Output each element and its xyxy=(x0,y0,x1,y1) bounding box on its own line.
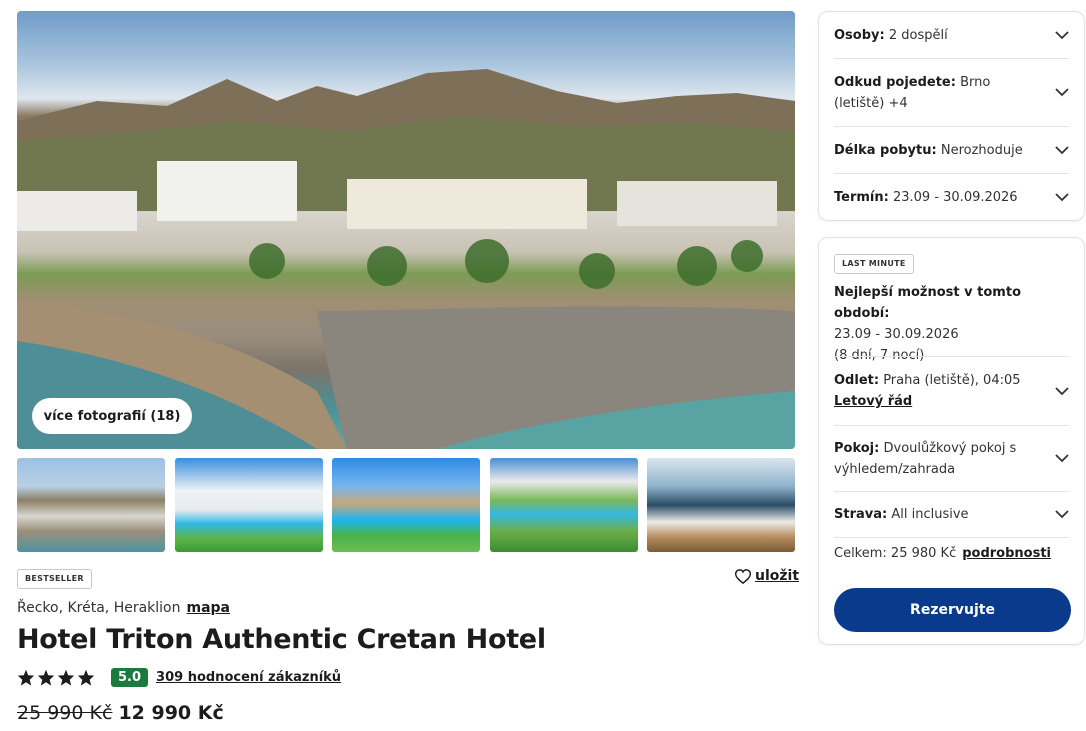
hotel-location: Řecko, Kréta, Heraklion mapa xyxy=(17,600,230,616)
room-selector[interactable]: Pokoj: Dvoulůžkový pokoj s výhledem/zahr… xyxy=(834,426,1069,492)
total-price: Celkem: 25 980 Kč podrobnosti xyxy=(834,546,1051,561)
best-option-title: Nejlepší možnost v tomto období: xyxy=(834,285,1021,321)
star-icon xyxy=(37,669,55,686)
stay-length-selector[interactable]: Délka pobytu: Nerozhoduje xyxy=(834,127,1069,174)
bestseller-badge: BESTSELLER xyxy=(17,569,92,589)
thumbnail-strip xyxy=(17,458,795,552)
persons-value: 2 dospělí xyxy=(888,27,948,43)
flight-timetable-link[interactable]: Letový řád xyxy=(834,394,912,409)
best-option-dates: 23.09 - 30.09.2026 xyxy=(834,327,959,342)
star-icon xyxy=(77,669,95,686)
chevron-down-icon xyxy=(1055,88,1069,97)
price-row: 25 990 Kč 12 990 Kč xyxy=(17,702,224,724)
chevron-down-icon xyxy=(1055,145,1069,154)
thumbnail-pool-hotel[interactable] xyxy=(175,458,323,552)
rating-row: 5.0 309 hodnocení zákazníků xyxy=(17,666,341,688)
details-link[interactable]: podrobnosti xyxy=(962,546,1051,561)
board-label: Strava: xyxy=(834,507,888,522)
reserve-button[interactable]: Rezervujte xyxy=(834,588,1071,632)
map-link[interactable]: mapa xyxy=(187,600,231,616)
stay-length-label: Délka pobytu: xyxy=(834,142,937,158)
offer-card: LAST MINUTE Nejlepší možnost v tomto obd… xyxy=(818,237,1085,645)
chevron-down-icon xyxy=(1055,454,1069,463)
thumbnail-pool-aerial[interactable] xyxy=(490,458,638,552)
hotel-name: Hotel Triton Authentic Cretan Hotel xyxy=(17,624,546,655)
chevron-down-icon xyxy=(1055,386,1069,395)
main-photo[interactable]: více fotografií (18) xyxy=(17,11,795,449)
best-option: Nejlepší možnost v tomto období: 23.09 -… xyxy=(834,282,1071,366)
total-price-text: Celkem: 25 980 Kč xyxy=(834,546,957,561)
thumbnail-beach[interactable] xyxy=(17,458,165,552)
term-label: Termín: xyxy=(834,189,889,205)
star-icon xyxy=(57,669,75,686)
score-badge: 5.0 xyxy=(111,667,149,687)
board-selector[interactable]: Strava: All inclusive xyxy=(834,492,1069,538)
departure-from-label: Odkud pojedete: xyxy=(834,74,956,90)
room-label: Pokoj: xyxy=(834,440,880,456)
original-price: 25 990 Kč xyxy=(17,702,113,724)
chevron-down-icon xyxy=(1055,510,1069,519)
reviews-link[interactable]: 309 hodnocení zákazníků xyxy=(156,670,341,685)
term-selector[interactable]: Termín: 23.09 - 30.09.2026 xyxy=(834,174,1069,220)
board-value: All inclusive xyxy=(891,507,969,522)
persons-selector[interactable]: Osoby: 2 dospělí xyxy=(834,12,1069,59)
persons-label: Osoby: xyxy=(834,27,885,43)
search-filters-card: Osoby: 2 dospělí Odkud pojedete: Brno (l… xyxy=(818,11,1085,221)
departure-label: Odlet: xyxy=(834,373,880,388)
star-icon xyxy=(17,669,35,686)
location-text: Řecko, Kréta, Heraklion xyxy=(17,600,181,616)
last-minute-badge: LAST MINUTE xyxy=(834,254,914,274)
thumbnail-pool-garden[interactable] xyxy=(332,458,480,552)
departure-value: Praha (letiště), 04:05 xyxy=(883,373,1021,388)
thumbnail-balcony[interactable] xyxy=(647,458,795,552)
term-value: 23.09 - 30.09.2026 xyxy=(892,189,1018,205)
chevron-down-icon xyxy=(1055,192,1069,201)
star-rating xyxy=(17,669,95,686)
more-photos-button[interactable]: více fotografií (18) xyxy=(32,398,192,434)
heart-icon xyxy=(735,568,751,584)
stay-length-value: Nerozhoduje xyxy=(940,142,1023,158)
save-label: uložit xyxy=(755,568,800,584)
current-price: 12 990 Kč xyxy=(118,702,224,724)
chevron-down-icon xyxy=(1055,30,1069,39)
save-button[interactable]: uložit xyxy=(735,568,799,584)
departure-from-selector[interactable]: Odkud pojedete: Brno (letiště) +4 xyxy=(834,59,1069,127)
hotel-beach-photo xyxy=(17,69,795,449)
departure-selector[interactable]: Odlet: Praha (letiště), 04:05 Letový řád xyxy=(834,357,1069,426)
